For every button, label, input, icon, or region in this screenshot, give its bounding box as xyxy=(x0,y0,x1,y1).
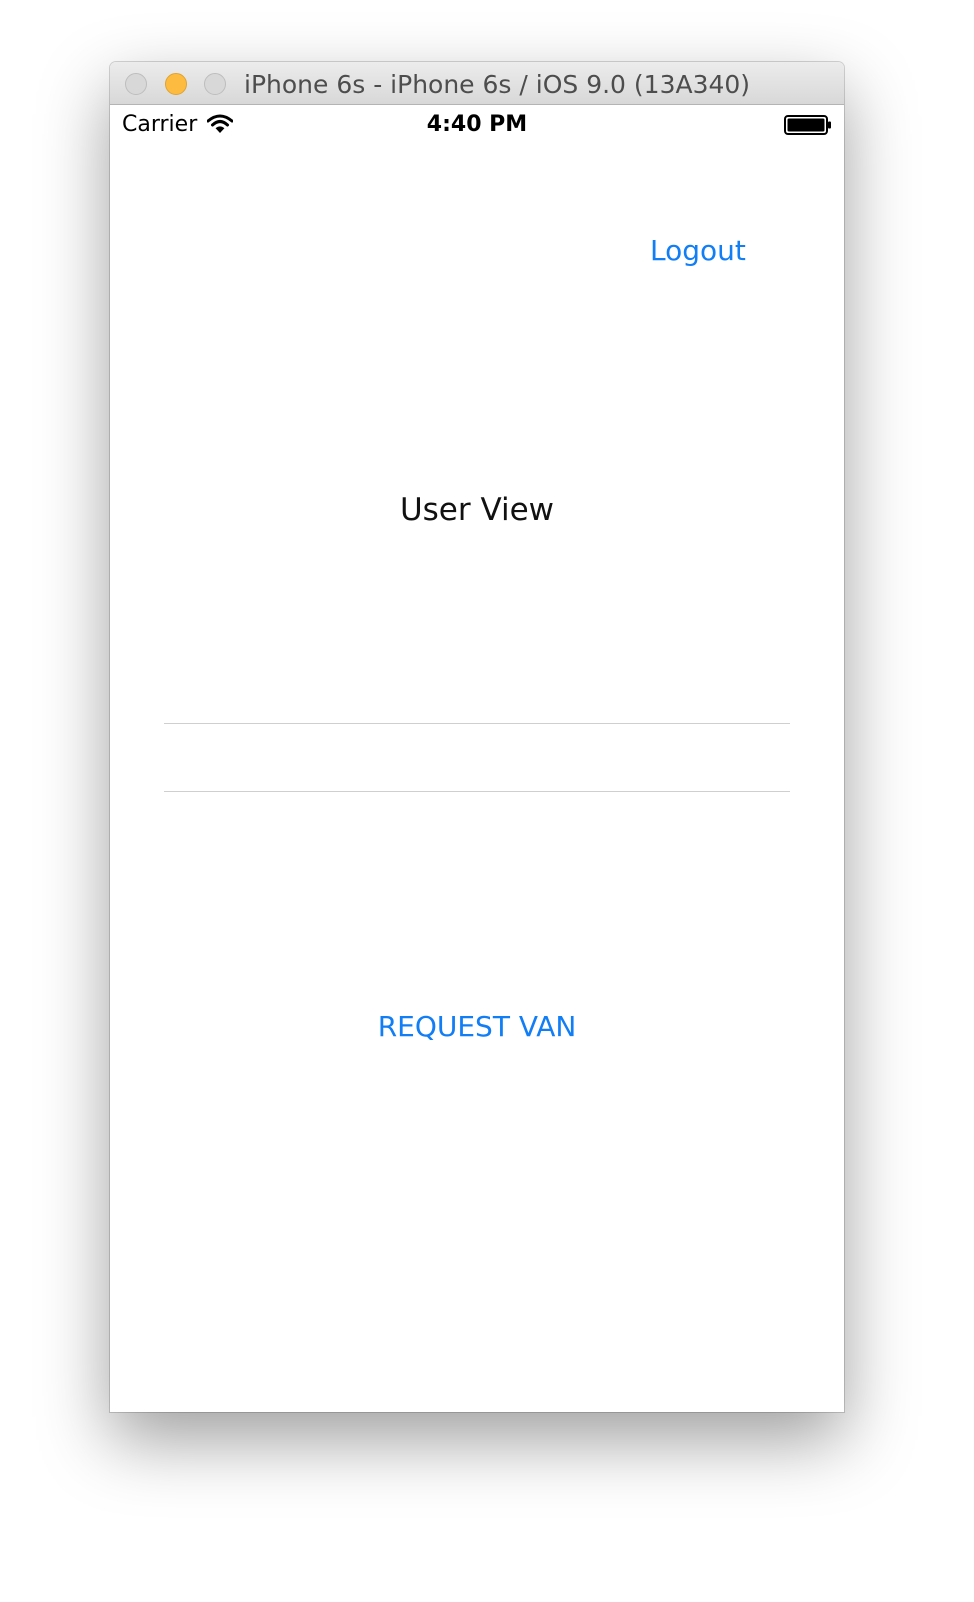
window-titlebar[interactable]: iPhone 6s - iPhone 6s / iOS 9.0 (13A340) xyxy=(110,62,844,105)
battery-icon xyxy=(784,115,831,135)
window-title: iPhone 6s - iPhone 6s / iOS 9.0 (13A340) xyxy=(244,70,751,99)
minimize-window-button[interactable] xyxy=(165,73,187,95)
second-text-field[interactable] xyxy=(164,724,790,792)
status-time: 4:40 PM xyxy=(426,112,528,137)
simulator-window: iPhone 6s - iPhone 6s / iOS 9.0 (13A340)… xyxy=(110,62,844,1412)
logout-button[interactable]: Logout xyxy=(650,234,746,267)
page-title: User View xyxy=(399,492,555,528)
first-text-field[interactable] xyxy=(164,656,790,724)
close-window-button[interactable] xyxy=(125,73,147,95)
zoom-window-button[interactable] xyxy=(204,73,226,95)
ios-status-bar: Carrier 4:40 PM xyxy=(110,105,844,145)
request-van-button[interactable]: REQUEST VAN xyxy=(110,1010,844,1043)
